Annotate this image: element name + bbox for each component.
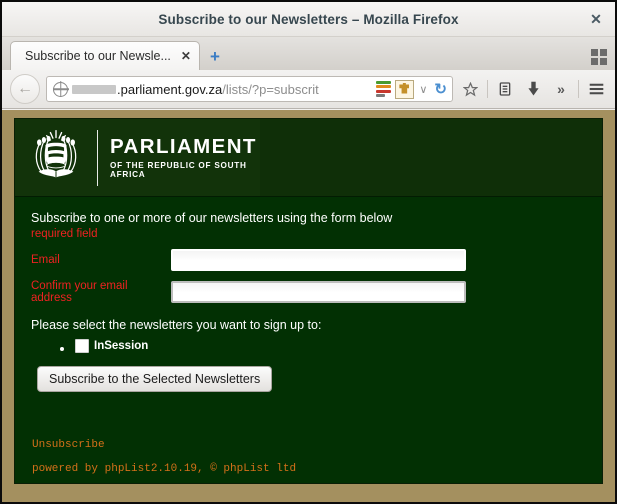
- tab-close-icon[interactable]: ✕: [181, 49, 191, 63]
- browser-window: Subscribe to our Newsletters – Mozilla F…: [0, 0, 617, 504]
- confirm-email-input[interactable]: [171, 280, 466, 303]
- field-row-email: Email: [31, 248, 586, 271]
- email-label: Email: [31, 253, 60, 266]
- tab-strip: Subscribe to our Newsle... ✕ +: [2, 37, 615, 70]
- subscribe-form: Subscribe to one or more of our newslett…: [15, 197, 602, 475]
- brand-subtitle: OF THE REPUBLIC OF SOUTH AFRICA: [110, 160, 247, 179]
- insession-checkbox[interactable]: [75, 338, 89, 353]
- bookmark-star-icon[interactable]: [459, 77, 481, 101]
- addon-puzzle-icon[interactable]: [395, 79, 415, 99]
- window-title: Subscribe to our Newsletters – Mozilla F…: [158, 11, 459, 27]
- newsletter-option-insession: InSession: [75, 338, 586, 353]
- globe-icon: [53, 81, 68, 97]
- site-banner: PARLIAMENT OF THE REPUBLIC OF SOUTH AFRI…: [15, 119, 602, 197]
- toolbar-divider-2: [578, 80, 579, 98]
- url-bar-tools: ∨ ↻: [372, 79, 449, 99]
- new-tab-icon[interactable]: +: [210, 48, 220, 65]
- select-newsletters-prompt: Please select the newsletters you want t…: [31, 317, 322, 332]
- hamburger-menu-icon[interactable]: [585, 77, 607, 101]
- email-input[interactable]: [171, 248, 466, 271]
- tab-subscribe-newsletters[interactable]: Subscribe to our Newsle... ✕: [10, 41, 200, 70]
- grid-icon: [591, 49, 607, 65]
- back-button[interactable]: ←: [10, 74, 40, 104]
- downloads-icon[interactable]: [522, 77, 544, 101]
- navigation-toolbar: ← .parliament.gov.za /lists/?p=subscrit …: [2, 70, 615, 109]
- page-footer: Unsubscribe powered by phpList2.10.19, ©…: [31, 434, 586, 475]
- title-bar: Subscribe to our Newsletters – Mozilla F…: [2, 2, 615, 37]
- intro-text: Subscribe to one or more of our newslett…: [31, 211, 393, 225]
- list-all-tabs-button[interactable]: [591, 49, 607, 65]
- site-banner-inner: PARLIAMENT OF THE REPUBLIC OF SOUTH AFRI…: [15, 119, 260, 196]
- newsletter-list: InSession: [31, 338, 586, 353]
- unsubscribe-link[interactable]: Unsubscribe: [32, 439, 105, 451]
- insession-label: InSession: [94, 339, 149, 352]
- brand-block: PARLIAMENT OF THE REPUBLIC OF SOUTH AFRI…: [110, 136, 260, 179]
- confirm-email-label: Confirm your email address: [31, 279, 128, 304]
- brand-title: PARLIAMENT: [110, 135, 257, 159]
- url-host: .parliament.gov.za: [117, 81, 223, 97]
- url-path: /lists/?p=subscrit: [222, 81, 319, 97]
- url-bar[interactable]: .parliament.gov.za /lists/?p=subscrit ∨ …: [46, 76, 453, 102]
- url-redacted-subdomain: [72, 84, 116, 94]
- list-item: InSession: [75, 338, 586, 353]
- tab-label: Subscribe to our Newsle...: [25, 49, 171, 63]
- toolbar-divider: [487, 80, 488, 98]
- banner-divider: [97, 129, 98, 186]
- reader-list-icon[interactable]: [494, 77, 516, 101]
- page-content: PARLIAMENT OF THE REPUBLIC OF SOUTH AFRI…: [14, 118, 603, 484]
- window-close-icon[interactable]: ✕: [587, 10, 605, 28]
- field-row-confirm-email: Confirm your email address: [31, 280, 586, 304]
- required-field-note: required field: [31, 227, 98, 240]
- page-viewport: PARLIAMENT OF THE REPUBLIC OF SOUTH AFRI…: [2, 110, 615, 502]
- coat-of-arms-icon: [35, 129, 77, 178]
- subscribe-button[interactable]: Subscribe to the Selected Newsletters: [37, 365, 273, 392]
- overflow-chevrons-icon[interactable]: »: [550, 77, 572, 101]
- color-bars-icon[interactable]: [376, 80, 392, 98]
- chevron-down-icon[interactable]: ∨: [418, 83, 428, 96]
- powered-by-text: powered by phpList2.10.19, © phpList ltd: [32, 462, 297, 475]
- reload-icon[interactable]: ↻: [432, 80, 449, 98]
